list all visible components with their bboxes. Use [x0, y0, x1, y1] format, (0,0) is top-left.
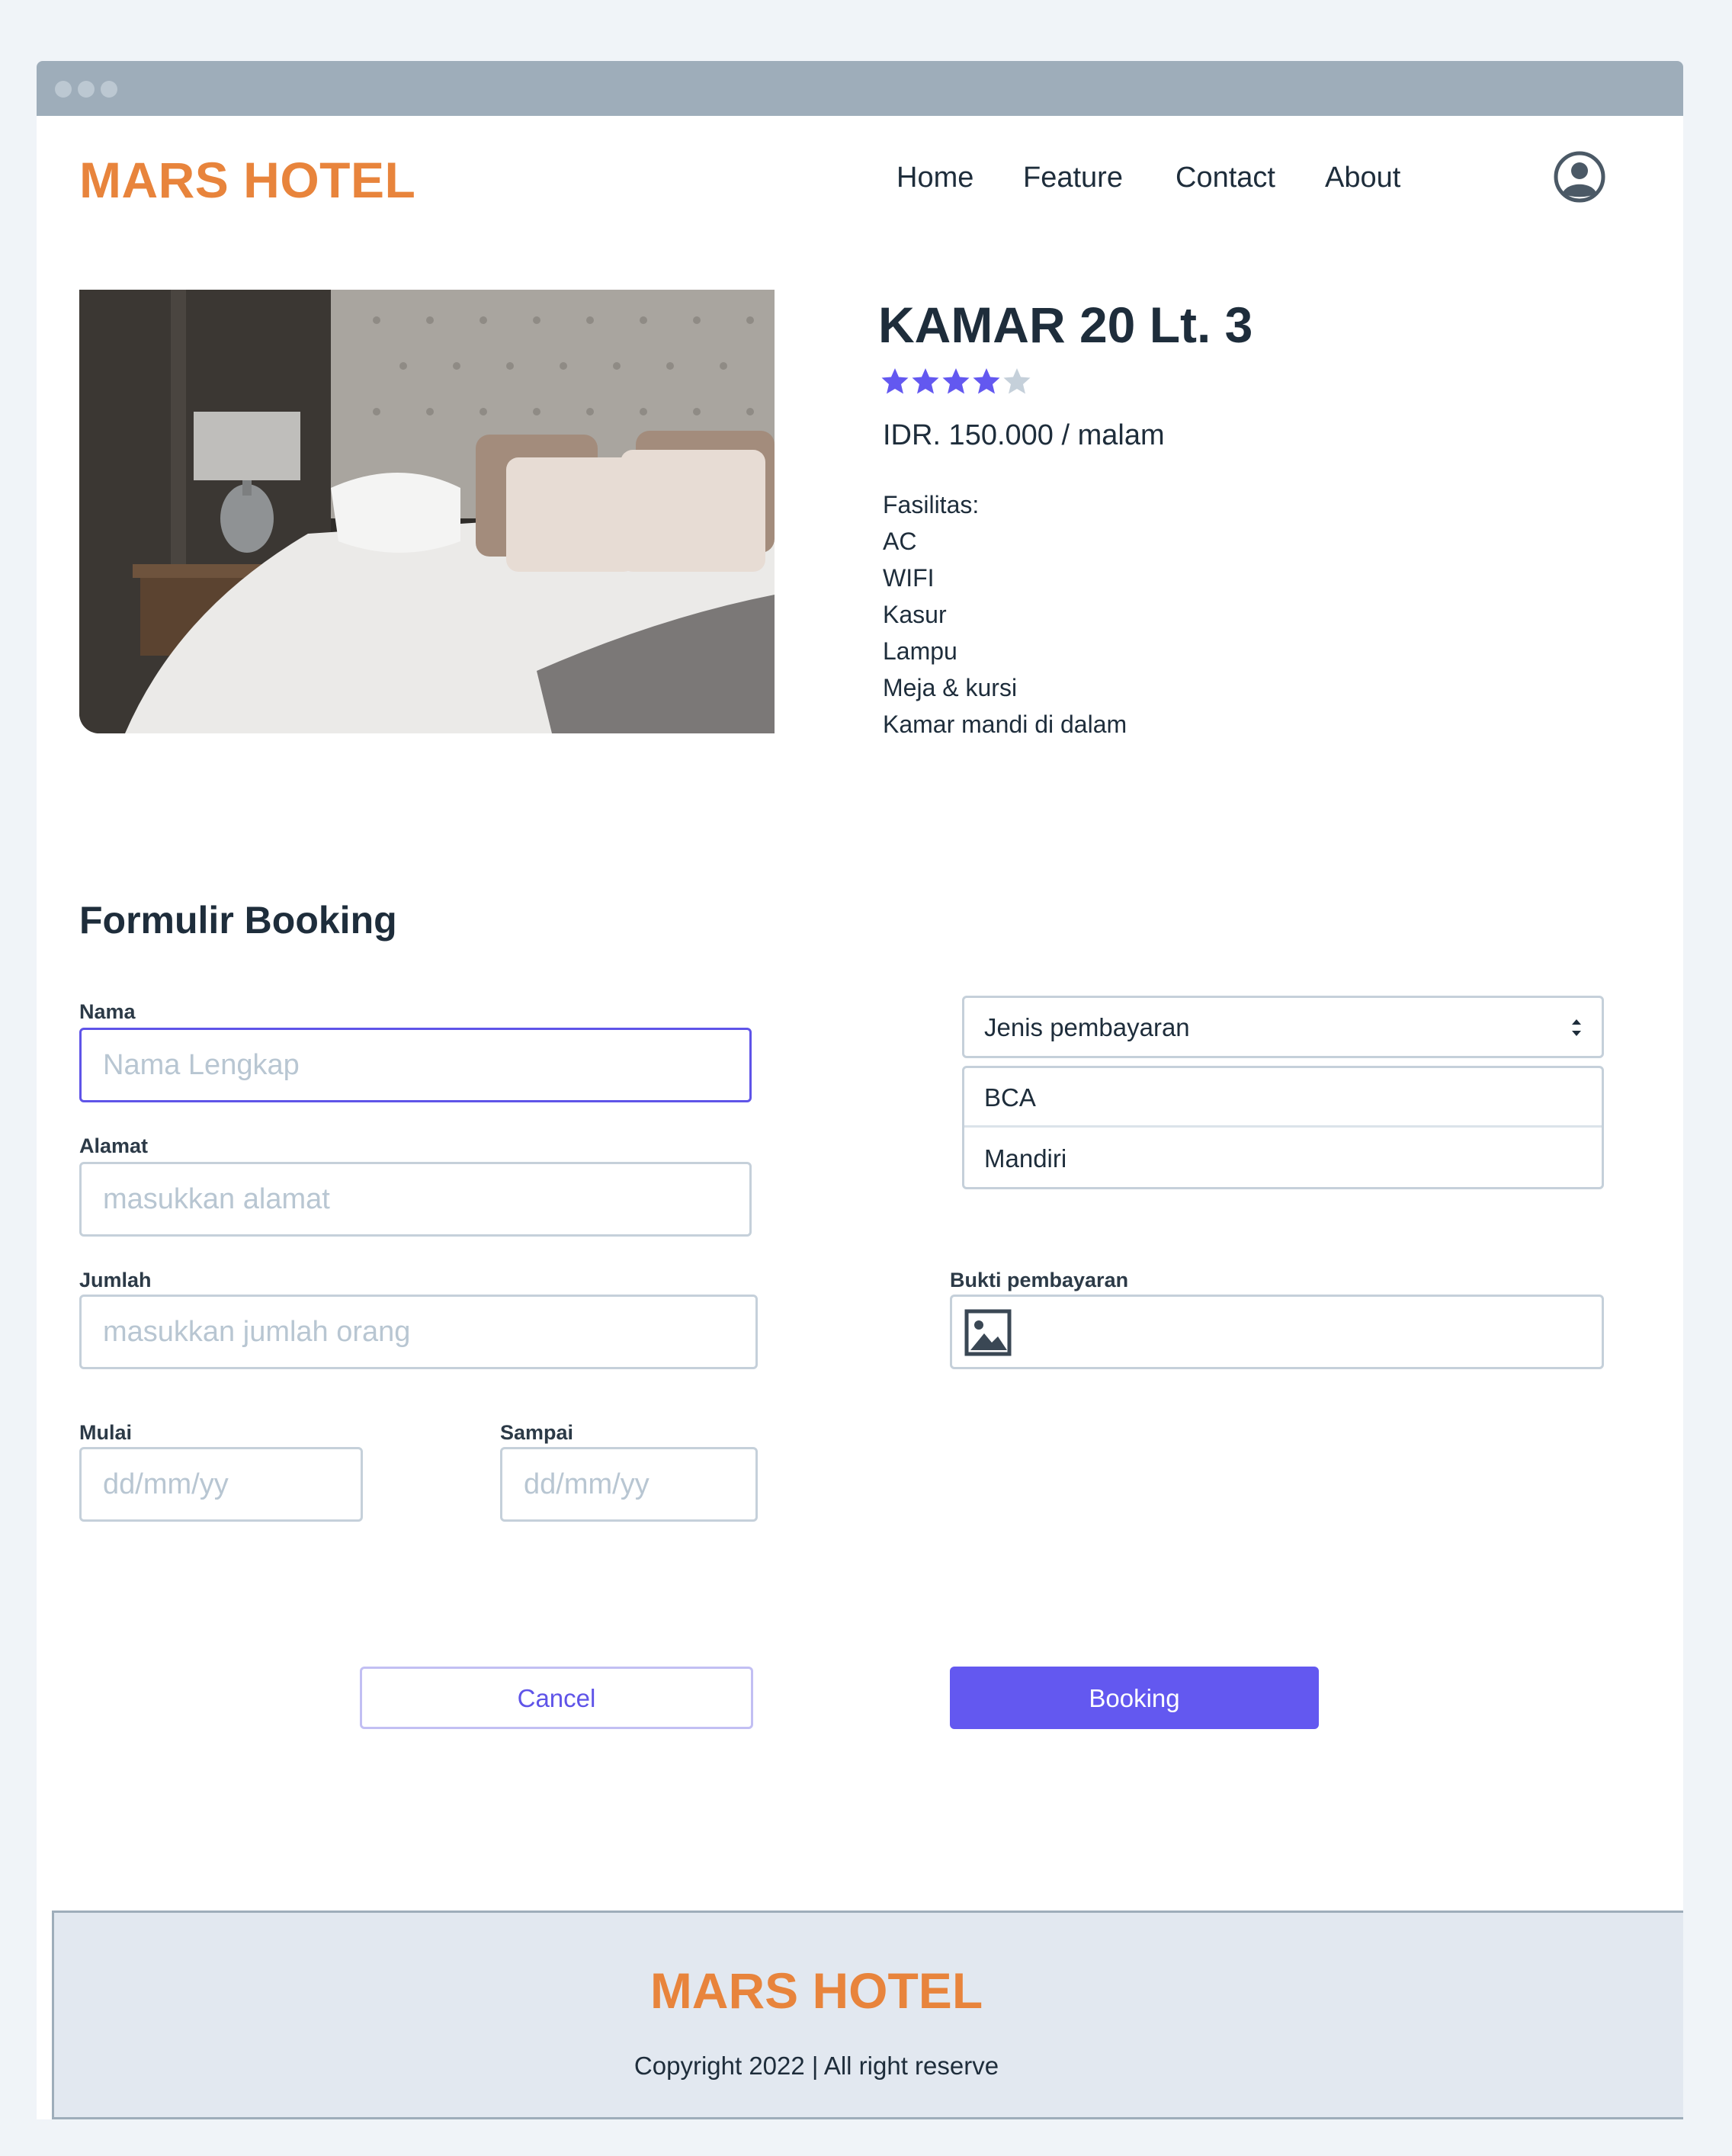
room-title: KAMAR 20 Lt. 3 [878, 297, 1253, 353]
facility-item: Meja & kursi [883, 674, 1018, 701]
cancel-button[interactable]: Cancel [360, 1667, 753, 1729]
user-circle-icon[interactable] [1554, 151, 1605, 203]
bukti-label: Bukti pembayaran [950, 1269, 1129, 1291]
payment-option-mandiri[interactable]: Mandiri [964, 1129, 1602, 1189]
sampai-label: Sampai [500, 1421, 574, 1444]
form-title: Formulir Booking [79, 899, 397, 942]
payment-type-select[interactable]: Jenis pembayaran [962, 996, 1604, 1058]
bukti-upload-field[interactable] [950, 1295, 1604, 1369]
window-dot [78, 81, 95, 98]
star-icon [912, 368, 939, 394]
facility-item: Kamar mandi di dalam [883, 711, 1127, 738]
sampai-date-input[interactable] [500, 1447, 758, 1522]
star-icon [973, 368, 1000, 394]
nav-feature[interactable]: Feature [1023, 162, 1123, 194]
facility-item: AC [883, 528, 917, 555]
window-dot [55, 81, 72, 98]
facilities-label: Fasilitas: [883, 491, 980, 518]
nama-input[interactable] [79, 1028, 752, 1102]
select-arrows-icon [1572, 1019, 1581, 1036]
alamat-input[interactable] [79, 1162, 752, 1237]
nav-contact[interactable]: Contact [1176, 162, 1275, 194]
rating-stars [880, 366, 1032, 396]
payment-option-bca[interactable]: BCA [964, 1068, 1602, 1128]
payment-options-list: BCA Mandiri [962, 1066, 1604, 1189]
nav-home[interactable]: Home [896, 162, 973, 194]
nav-about[interactable]: About [1325, 162, 1400, 194]
window-titlebar [37, 61, 1683, 116]
image-icon[interactable] [964, 1309, 1012, 1356]
star-icon [881, 368, 909, 394]
footer-copyright: Copyright 2022 | All right reserve [633, 2052, 999, 2080]
room-price: IDR. 150.000 / malam [883, 419, 1165, 451]
room-photo-illustration [79, 290, 775, 733]
footer: MARS HOTEL Copyright 2022 | All right re… [52, 1911, 1683, 2119]
jumlah-label: Jumlah [79, 1269, 152, 1291]
mulai-label: Mulai [79, 1421, 133, 1444]
brand-logo[interactable]: MARS HOTEL [79, 151, 415, 209]
star-icon [1003, 368, 1031, 394]
browser-window: MARS HOTEL Home Feature Contact About KA… [37, 61, 1683, 2119]
facility-item: Lampu [883, 637, 957, 665]
star-icon [942, 368, 970, 394]
jumlah-input[interactable] [79, 1295, 758, 1369]
footer-brand: MARS HOTEL [650, 1962, 983, 2019]
window-dot [101, 81, 117, 98]
facility-item: WIFI [883, 564, 935, 592]
room-photo [79, 290, 775, 733]
facility-item: Kasur [883, 601, 947, 628]
alamat-label: Alamat [79, 1134, 149, 1157]
booking-button[interactable]: Booking [950, 1667, 1319, 1729]
nama-label: Nama [79, 1000, 136, 1023]
mulai-date-input[interactable] [79, 1447, 363, 1522]
payment-type-value: Jenis pembayaran [984, 1013, 1190, 1041]
facilities-list: Fasilitas: AC WIFI Kasur Lampu Meja & ku… [883, 486, 1127, 743]
